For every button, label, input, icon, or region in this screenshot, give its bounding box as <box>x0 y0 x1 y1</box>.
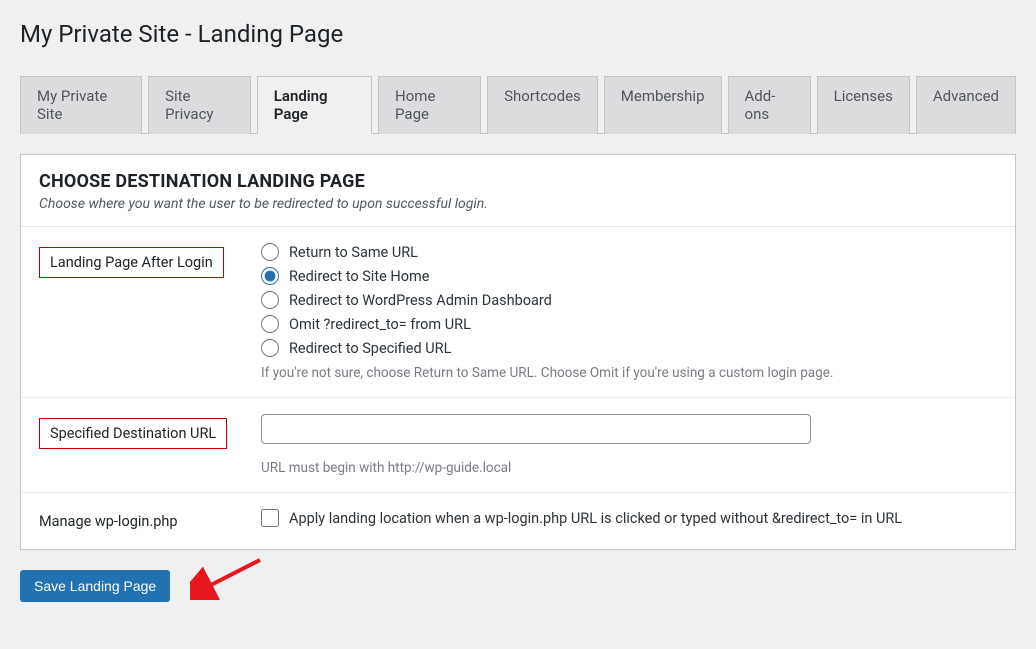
tab-home-page[interactable]: Home Page <box>378 76 481 134</box>
save-row: Save Landing Page <box>20 570 1016 602</box>
radio-input-omit-redirect[interactable] <box>261 315 279 333</box>
tab-membership[interactable]: Membership <box>604 76 722 134</box>
radio-label: Redirect to Specified URL <box>289 340 451 357</box>
highlight-box: Landing Page After Login <box>39 247 224 278</box>
tab-licenses[interactable]: Licenses <box>817 76 910 134</box>
field-landing-after-login: Return to Same URL Redirect to Site Home… <box>261 243 997 381</box>
tab-nav: My Private Site Site Privacy Landing Pag… <box>20 76 1016 134</box>
page-title: My Private Site - Landing Page <box>20 20 1016 48</box>
radio-redirect-specified[interactable]: Redirect to Specified URL <box>261 339 997 357</box>
radio-label: Omit ?redirect_to= from URL <box>289 316 471 333</box>
label-landing-after-login: Landing Page After Login <box>39 243 261 278</box>
specified-url-input[interactable] <box>261 414 811 444</box>
radio-input-redirect-site-home[interactable] <box>261 267 279 285</box>
help-landing-after-login: If you're not sure, choose Return to Sam… <box>261 365 997 381</box>
row-manage-wp-login: Manage wp-login.php Apply landing locati… <box>21 493 1015 549</box>
checkbox-apply-landing[interactable]: Apply landing location when a wp-login.p… <box>261 509 997 527</box>
radio-omit-redirect[interactable]: Omit ?redirect_to= from URL <box>261 315 997 333</box>
radio-return-same-url[interactable]: Return to Same URL <box>261 243 997 261</box>
label-manage-wp-login: Manage wp-login.php <box>39 509 261 530</box>
radio-label: Return to Same URL <box>289 244 418 261</box>
field-manage-wp-login: Apply landing location when a wp-login.p… <box>261 509 997 533</box>
tab-shortcodes[interactable]: Shortcodes <box>487 76 598 134</box>
arrow-icon <box>190 550 270 600</box>
highlight-box: Specified Destination URL <box>39 418 227 449</box>
tab-my-private-site[interactable]: My Private Site <box>20 76 142 134</box>
section-description: Choose where you want the user to be red… <box>39 196 997 212</box>
radio-label: Redirect to Site Home <box>289 268 429 285</box>
settings-panel: CHOOSE DESTINATION LANDING PAGE Choose w… <box>20 154 1016 550</box>
row-landing-after-login: Landing Page After Login Return to Same … <box>21 227 1015 398</box>
checkbox-input-apply-landing[interactable] <box>261 509 279 527</box>
radio-input-redirect-admin[interactable] <box>261 291 279 309</box>
tab-site-privacy[interactable]: Site Privacy <box>148 76 251 134</box>
radio-redirect-site-home[interactable]: Redirect to Site Home <box>261 267 997 285</box>
tab-addons[interactable]: Add-ons <box>728 76 811 134</box>
tab-advanced[interactable]: Advanced <box>916 76 1016 134</box>
radio-input-return-same-url[interactable] <box>261 243 279 261</box>
radio-label: Redirect to WordPress Admin Dashboard <box>289 292 552 309</box>
radio-input-redirect-specified[interactable] <box>261 339 279 357</box>
section-heading: CHOOSE DESTINATION LANDING PAGE <box>39 171 997 192</box>
radio-redirect-admin[interactable]: Redirect to WordPress Admin Dashboard <box>261 291 997 309</box>
panel-header: CHOOSE DESTINATION LANDING PAGE Choose w… <box>21 155 1015 227</box>
field-specified-url: URL must begin with http://wp-guide.loca… <box>261 414 997 476</box>
help-specified-url: URL must begin with http://wp-guide.loca… <box>261 460 997 476</box>
checkbox-label: Apply landing location when a wp-login.p… <box>289 510 902 527</box>
tab-landing-page[interactable]: Landing Page <box>257 76 372 134</box>
label-specified-url: Specified Destination URL <box>39 414 261 449</box>
save-button[interactable]: Save Landing Page <box>20 570 170 602</box>
row-specified-url: Specified Destination URL URL must begin… <box>21 398 1015 493</box>
